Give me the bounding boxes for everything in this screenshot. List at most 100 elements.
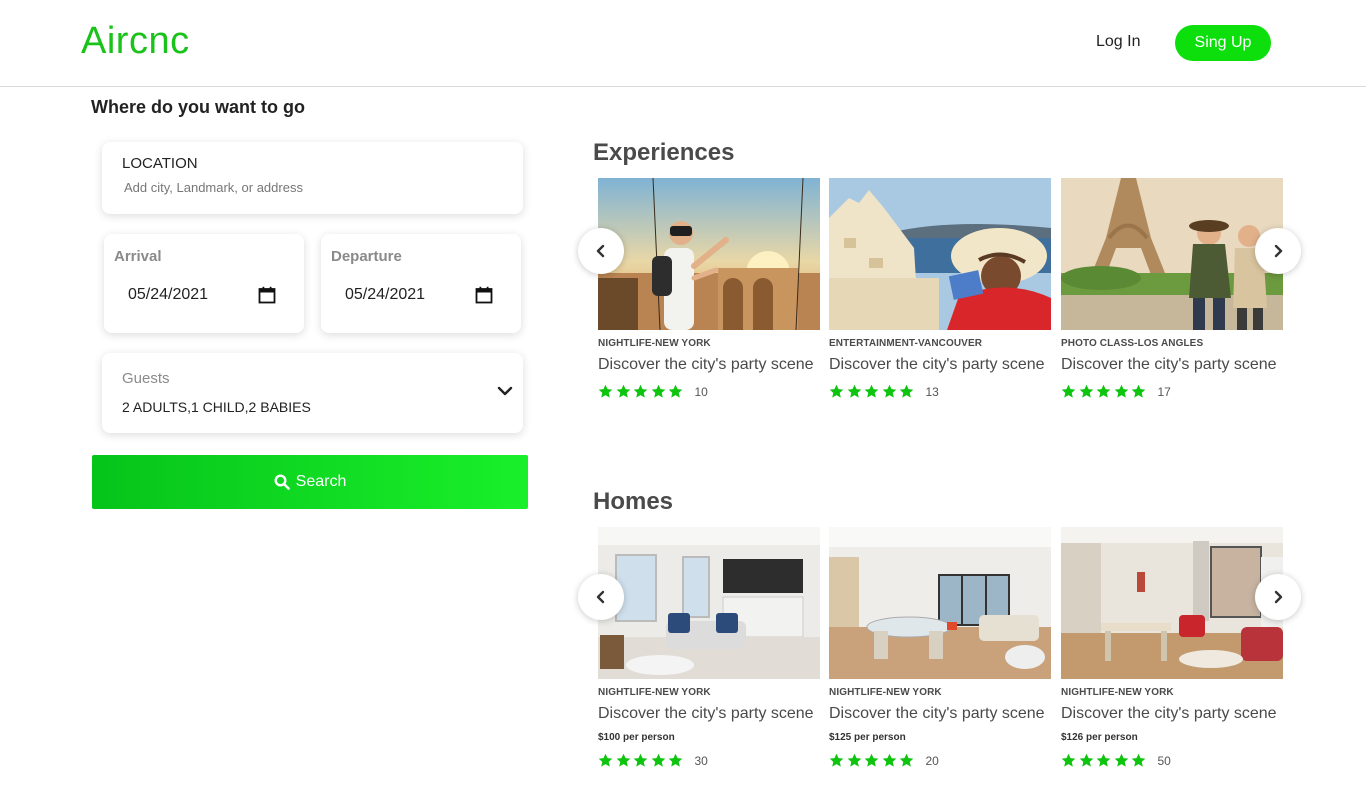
experience-category: PHOTO CLASS-LOS ANGLES <box>1061 338 1204 349</box>
experience-card[interactable]: ENTERTAINMENT-VANCOUVER Discover the cit… <box>829 178 1051 399</box>
star-icon <box>651 753 665 767</box>
home-category: NIGHTLIFE-NEW YORK <box>1061 687 1174 698</box>
star-icon <box>1114 753 1128 767</box>
experience-image[interactable] <box>1061 178 1283 330</box>
rating-count: 30 <box>694 753 708 768</box>
home-title[interactable]: Discover the city's party scene <box>598 705 820 723</box>
departure-card[interactable]: Departure 05/24/2021 <box>321 234 521 333</box>
home-title[interactable]: Discover the city's party scene <box>1061 705 1283 723</box>
star-icon <box>882 384 896 398</box>
home-price: $100 per person <box>598 732 675 743</box>
homes-next-button[interactable] <box>1255 574 1301 620</box>
star-icon <box>829 753 844 767</box>
home-title[interactable]: Discover the city's party scene <box>829 705 1051 723</box>
rating: 13 <box>829 384 1051 399</box>
rating-count: 17 <box>1157 384 1171 399</box>
experience-category: ENTERTAINMENT-VANCOUVER <box>829 338 983 349</box>
brand-logo[interactable]: Aircnc <box>81 20 190 63</box>
experience-card[interactable]: PHOTO CLASS-LOS ANGLES Discover the city… <box>1061 178 1283 399</box>
search-button-label: Search <box>295 473 347 490</box>
signup-button[interactable]: Sing Up <box>1175 25 1271 61</box>
star-icon <box>651 384 665 398</box>
home-image[interactable] <box>598 527 820 679</box>
calendar-icon[interactable] <box>258 286 276 304</box>
home-image[interactable] <box>1061 527 1283 679</box>
rating-count: 13 <box>925 384 939 399</box>
location-label: LOCATION <box>122 155 198 172</box>
rating: 20 <box>829 753 1051 768</box>
star-icon <box>1131 384 1146 398</box>
home-price: $125 per person <box>829 732 906 743</box>
rating: 50 <box>1061 753 1283 768</box>
guests-value: 2 ADULTS,1 CHILD,2 BABIES <box>122 399 311 415</box>
search-heading: Where do you want to go <box>91 97 305 117</box>
departure-date-field[interactable]: 05/24/2021 <box>345 286 425 304</box>
star-icon <box>1114 384 1128 398</box>
star-icon <box>847 753 861 767</box>
rating: 17 <box>1061 384 1283 399</box>
homes-title: Homes <box>593 488 674 515</box>
chevron-down-icon[interactable] <box>497 383 513 399</box>
star-icon <box>1096 384 1111 398</box>
home-category: NIGHTLIFE-NEW YORK <box>598 687 711 698</box>
rating-count: 20 <box>925 753 939 768</box>
login-link[interactable]: Log In <box>1096 33 1140 51</box>
star-icon <box>882 753 896 767</box>
star-icon <box>616 753 630 767</box>
guests-dropdown[interactable]: Guests 2 ADULTS,1 CHILD,2 BABIES <box>102 353 523 433</box>
star-icon <box>598 753 613 767</box>
chevron-left-icon <box>596 244 605 258</box>
chevron-right-icon <box>1274 590 1283 604</box>
star-icon <box>633 753 648 767</box>
star-icon <box>1096 753 1111 767</box>
star-icon <box>1131 753 1146 767</box>
star-icon <box>864 384 879 398</box>
star-icon <box>899 384 914 398</box>
star-icon <box>616 384 630 398</box>
location-card[interactable]: LOCATION <box>102 142 523 214</box>
homes-prev-button[interactable] <box>578 574 624 620</box>
experience-image[interactable] <box>598 178 820 330</box>
experience-image[interactable] <box>829 178 1051 330</box>
departure-label: Departure <box>331 248 402 265</box>
star-icon <box>1061 384 1076 398</box>
experience-category: NIGHTLIFE-NEW YORK <box>598 338 711 349</box>
experience-title[interactable]: Discover the city's party scene <box>1061 356 1283 374</box>
search-icon <box>274 474 290 490</box>
experience-title[interactable]: Discover the city's party scene <box>598 356 820 374</box>
home-card[interactable]: NIGHTLIFE-NEW YORK Discover the city's p… <box>1061 527 1283 768</box>
star-icon <box>864 753 879 767</box>
star-icon <box>1061 753 1076 767</box>
calendar-icon[interactable] <box>475 286 493 304</box>
rating-count: 50 <box>1157 753 1171 768</box>
star-icon <box>1079 384 1093 398</box>
home-category: NIGHTLIFE-NEW YORK <box>829 687 942 698</box>
arrival-date-field[interactable]: 05/24/2021 <box>128 286 208 304</box>
rating: 10 <box>598 384 820 399</box>
home-image[interactable] <box>829 527 1051 679</box>
star-icon <box>899 753 914 767</box>
experiences-next-button[interactable] <box>1255 228 1301 274</box>
star-icon <box>633 384 648 398</box>
chevron-right-icon <box>1274 244 1283 258</box>
home-price: $126 per person <box>1061 732 1138 743</box>
location-input[interactable] <box>124 180 484 195</box>
experiences-title: Experiences <box>593 139 735 166</box>
experiences-prev-button[interactable] <box>578 228 624 274</box>
star-icon <box>829 384 844 398</box>
star-icon <box>1079 753 1093 767</box>
star-icon <box>847 384 861 398</box>
rating: 30 <box>598 753 820 768</box>
arrival-label: Arrival <box>114 248 162 265</box>
star-icon <box>668 753 683 767</box>
star-icon <box>598 384 613 398</box>
arrival-card[interactable]: Arrival 05/24/2021 <box>104 234 304 333</box>
top-navbar: Aircnc Log In Sing Up <box>0 0 1366 87</box>
guests-label: Guests <box>122 370 170 387</box>
experience-title[interactable]: Discover the city's party scene <box>829 356 1051 374</box>
experience-card[interactable]: NIGHTLIFE-NEW YORK Discover the city's p… <box>598 178 820 399</box>
star-icon <box>668 384 683 398</box>
home-card[interactable]: NIGHTLIFE-NEW YORK Discover the city's p… <box>829 527 1051 768</box>
search-button[interactable]: Search <box>92 455 528 509</box>
home-card[interactable]: NIGHTLIFE-NEW YORK Discover the city's p… <box>598 527 820 768</box>
